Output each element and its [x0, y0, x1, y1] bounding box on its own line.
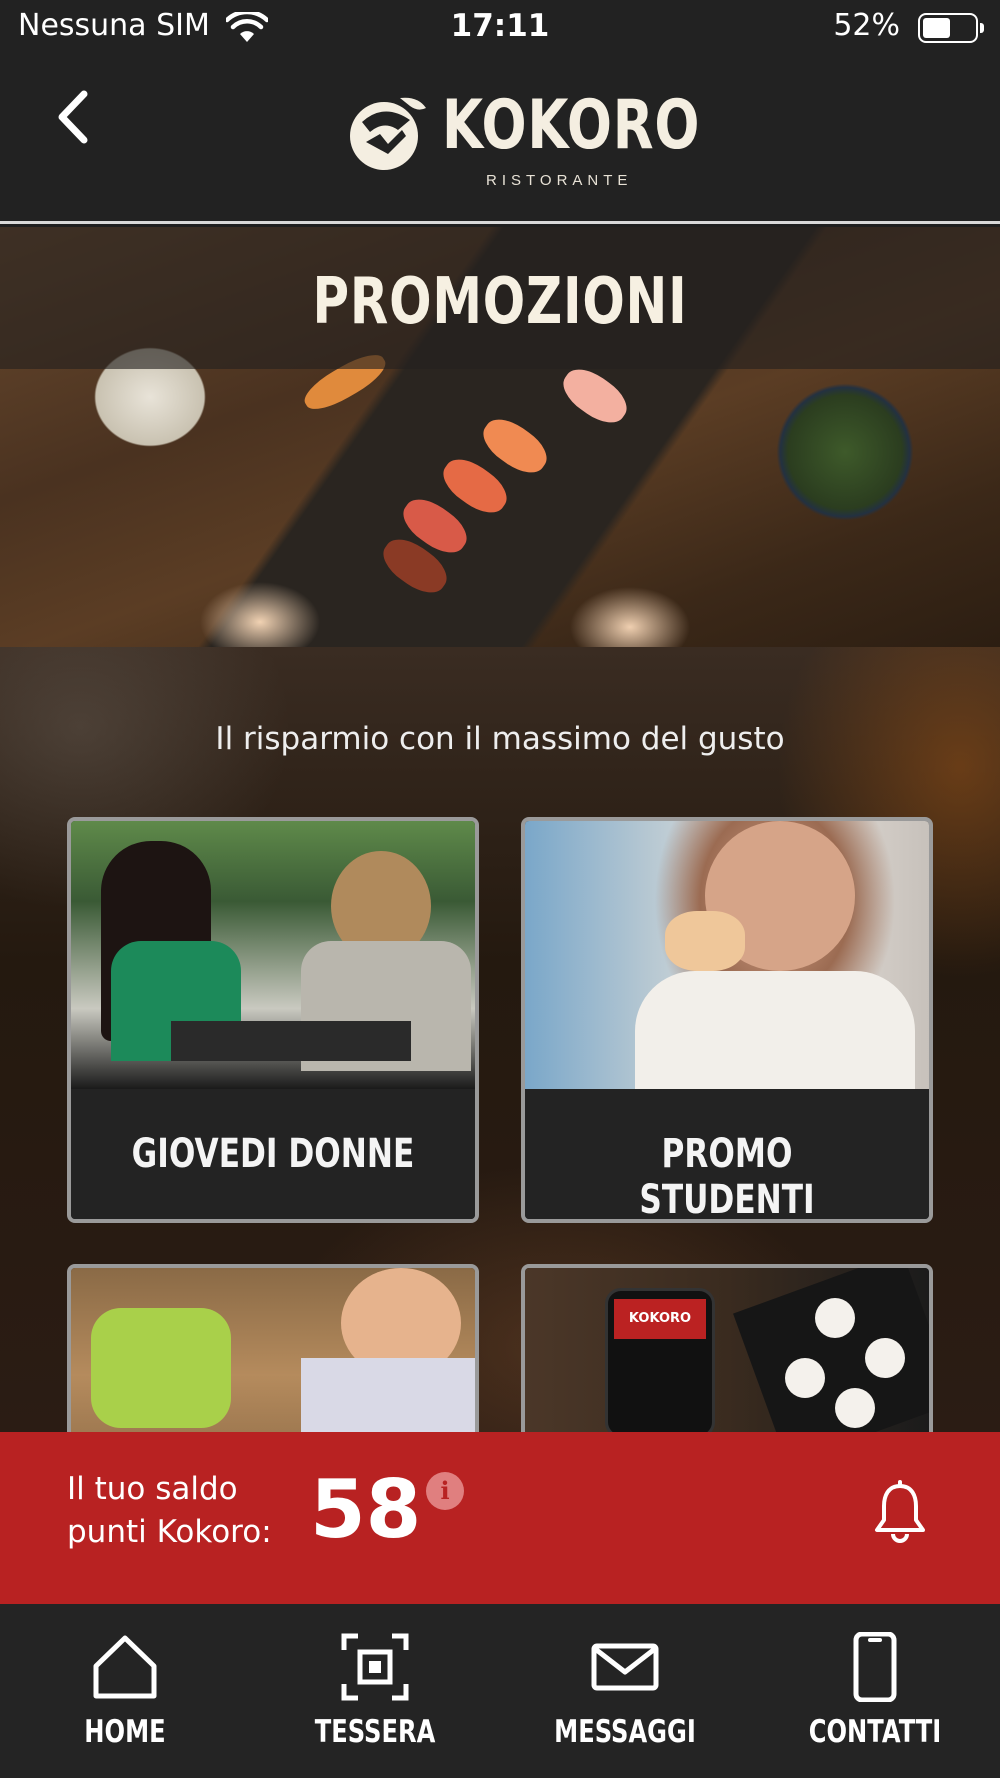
phone-mock-logo: KOKORO [614, 1299, 706, 1339]
scan-icon [341, 1633, 409, 1701]
tab-tessera[interactable]: TESSERA [250, 1604, 500, 1778]
bottom-tab-bar: HOME TESSERA MESSAGGI CONTATTI [0, 1604, 1000, 1778]
promo-card-label-bar: PROMO STUDENTI [525, 1089, 929, 1219]
tab-home[interactable]: HOME [0, 1604, 250, 1778]
promo-card-giovedi-donne[interactable]: GIOVEDI DONNE [67, 817, 479, 1223]
promo-card-title: PROMO STUDENTI [639, 1131, 815, 1223]
promo-card-photo: KOKORO [525, 1268, 929, 1432]
battery-icon [918, 13, 984, 43]
home-icon [93, 1635, 157, 1699]
promo-card-label-bar: GIOVEDI DONNE [71, 1089, 475, 1219]
tab-label: MESSAGGI [554, 1714, 696, 1750]
sushi-piece [555, 360, 635, 432]
bell-icon[interactable] [872, 1480, 928, 1544]
promo-card-photo [71, 1268, 475, 1432]
mail-icon [591, 1643, 659, 1691]
tab-label: TESSERA [314, 1714, 436, 1750]
points-value: 58 [310, 1463, 422, 1556]
points-label: Il tuo saldo punti Kokoro: [67, 1471, 272, 1550]
tab-contatti[interactable]: CONTATTI [750, 1604, 1000, 1778]
info-icon[interactable]: i [426, 1472, 464, 1510]
tab-messaggi[interactable]: MESSAGGI [500, 1604, 750, 1778]
back-arrow-icon[interactable] [46, 82, 106, 152]
tab-label: CONTATTI [808, 1714, 942, 1750]
logo-wordmark: KOKORO [442, 86, 701, 165]
promo-card-promo-studenti[interactable]: PROMO STUDENTI [521, 817, 933, 1223]
battery-percent: 52% [833, 8, 900, 43]
promo-card-4[interactable]: KOKORO [521, 1264, 933, 1432]
promo-card-photo [71, 821, 475, 1089]
promo-card-title: GIOVEDI DONNE [131, 1131, 415, 1177]
app-header: KOKORO RISTORANTE [0, 56, 1000, 224]
page-title: PROMOZIONI [312, 265, 688, 339]
promos-content: Il risparmio con il massimo del gusto GI… [0, 647, 1000, 1432]
promo-card-photo [525, 821, 929, 1089]
phone-icon [853, 1632, 897, 1702]
promo-banner-image: PROMOZIONI [0, 227, 1000, 647]
promo-card-3[interactable] [67, 1264, 479, 1432]
kokoro-logo: KOKORO RISTORANTE [340, 92, 699, 202]
logo-subtitle: RISTORANTE [486, 172, 633, 189]
points-balance-bar: Il tuo saldo punti Kokoro: 58 i [0, 1432, 1000, 1604]
logo-mark-icon [350, 97, 426, 170]
tagline: Il risparmio con il massimo del gusto [215, 721, 785, 757]
tab-label: HOME [84, 1714, 166, 1750]
status-bar: Nessuna SIM 17:11 52% [0, 0, 1000, 56]
